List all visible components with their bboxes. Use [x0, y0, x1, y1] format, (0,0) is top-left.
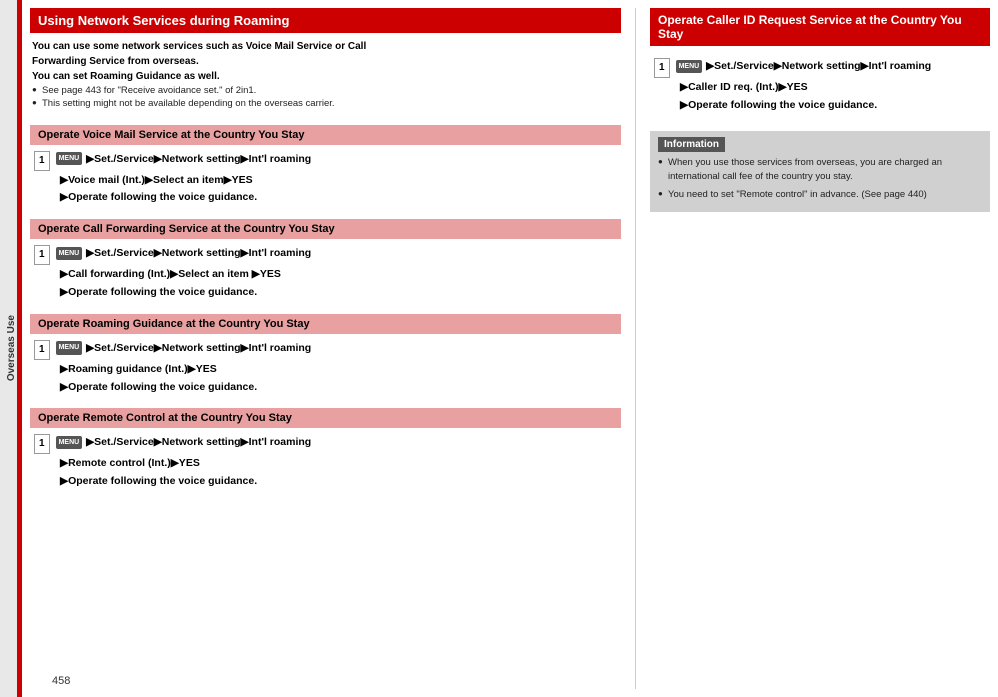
menu-icon-2: MENU — [56, 247, 83, 260]
right-step-line-0: 1 MENU ▶Set./Service▶Network setting▶Int… — [654, 58, 986, 78]
section-1-step: 1 MENU ▶Set./Service▶Network setting▶Int… — [30, 149, 621, 212]
step-num-3: 1 — [34, 340, 50, 360]
section-3-line-1: ▶Roaming guidance (Int.)▶YES — [34, 361, 617, 378]
section-3-line-0: 1 MENU ▶Set./Service▶Network setting▶Int… — [34, 340, 617, 360]
main-content: Using Network Services during Roaming Yo… — [22, 0, 998, 697]
intro-text: You can use some network services such a… — [30, 39, 621, 111]
intro-bullet1: See page 443 for "Receive avoidance set.… — [32, 84, 619, 97]
section-2-line-0: 1 MENU ▶Set./Service▶Network setting▶Int… — [34, 245, 617, 265]
intro-line3: You can set Roaming Guidance as well. — [32, 69, 619, 84]
right-step-line-1: ▶Caller ID req. (Int.)▶YES — [654, 79, 986, 96]
right-column: Operate Caller ID Request Service at the… — [650, 8, 990, 689]
intro-line2: Forwarding Service from overseas. — [32, 54, 619, 69]
section-2-line-2: ▶Operate following the voice guidance. — [34, 284, 617, 301]
info-header: Information — [658, 137, 725, 152]
step-num-1: 1 — [34, 151, 50, 171]
section-1-line-0: 1 MENU ▶Set./Service▶Network setting▶Int… — [34, 151, 617, 171]
section-4-line-1: ▶Remote control (Int.)▶YES — [34, 455, 617, 472]
info-bullet-2: You need to set "Remote control" in adva… — [658, 188, 982, 202]
section-2-step: 1 MENU ▶Set./Service▶Network setting▶Int… — [30, 243, 621, 306]
intro-line1: You can use some network services such a… — [32, 39, 619, 54]
info-box: Information When you use those services … — [650, 131, 990, 213]
section-4-step: 1 MENU ▶Set./Service▶Network setting▶Int… — [30, 432, 621, 495]
section-4-line-0: 1 MENU ▶Set./Service▶Network setting▶Int… — [34, 434, 617, 454]
menu-icon-3: MENU — [56, 341, 83, 354]
left-column: Using Network Services during Roaming Yo… — [30, 8, 621, 689]
page-number: 458 — [52, 675, 70, 687]
menu-icon-4: MENU — [56, 436, 83, 449]
right-header: Operate Caller ID Request Service at the… — [650, 8, 990, 46]
section-3-line-2: ▶Operate following the voice guidance. — [34, 379, 617, 396]
left-header: Using Network Services during Roaming — [30, 8, 621, 33]
intro-bullet2: This setting might not be available depe… — [32, 97, 619, 110]
section-1-line-2: ▶Operate following the voice guidance. — [34, 189, 617, 206]
info-bullet-1: When you use those services from oversea… — [658, 156, 982, 185]
section-header-3: Operate Roaming Guidance at the Country … — [30, 314, 621, 334]
sidebar: Overseas Use — [0, 0, 22, 697]
column-divider — [635, 8, 636, 689]
right-step: 1 MENU ▶Set./Service▶Network setting▶Int… — [650, 54, 990, 119]
sidebar-label: Overseas Use — [6, 315, 17, 381]
section-header-1: Operate Voice Mail Service at the Countr… — [30, 125, 621, 145]
section-header-2: Operate Call Forwarding Service at the C… — [30, 219, 621, 239]
step-num-2: 1 — [34, 245, 50, 265]
menu-icon-1: MENU — [56, 152, 83, 165]
section-1-line-1: ▶Voice mail (Int.)▶Select an item▶YES — [34, 172, 617, 189]
right-step-line-2: ▶Operate following the voice guidance. — [654, 97, 986, 114]
page-wrapper: Using Network Services during Roaming Yo… — [22, 0, 998, 697]
step-num-4: 1 — [34, 434, 50, 454]
section-header-4: Operate Remote Control at the Country Yo… — [30, 408, 621, 428]
right-step-num: 1 — [654, 58, 670, 78]
menu-icon-right: MENU — [676, 60, 703, 73]
section-2-line-1: ▶Call forwarding (Int.)▶Select an item ▶… — [34, 266, 617, 283]
section-3-step: 1 MENU ▶Set./Service▶Network setting▶Int… — [30, 338, 621, 401]
section-4-line-2: ▶Operate following the voice guidance. — [34, 473, 617, 490]
